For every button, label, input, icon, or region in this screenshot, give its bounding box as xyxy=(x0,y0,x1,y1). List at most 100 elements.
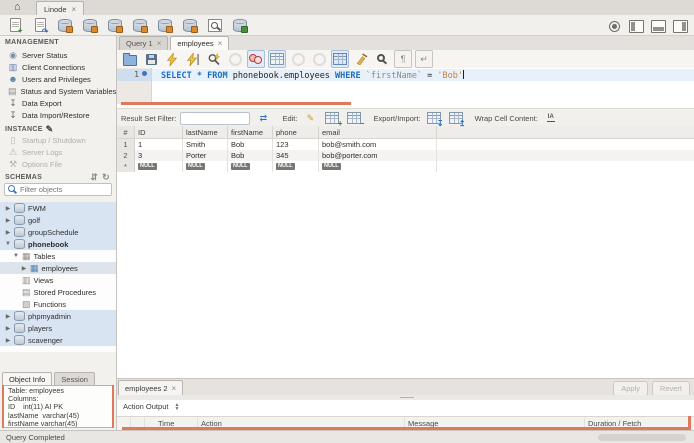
grid-cell[interactable]: NULL xyxy=(183,161,228,172)
grid-cell[interactable]: Porter xyxy=(183,150,228,161)
toggle-left-panel-button[interactable] xyxy=(627,17,645,35)
panel-splitter[interactable] xyxy=(117,395,694,400)
expander-icon[interactable]: ▶ xyxy=(21,265,27,272)
search-table-data-button[interactable] xyxy=(206,16,224,34)
close-icon[interactable]: × xyxy=(157,39,162,48)
tree-item-tables[interactable]: ▼ ▦ Tables xyxy=(0,250,116,262)
wrap-lines-button[interactable]: ↵ xyxy=(415,50,433,68)
sidebar-item-status-and-system-variables[interactable]: ▤ Status and System Variables xyxy=(0,85,116,97)
grid-cell[interactable]: Bob xyxy=(228,150,273,161)
expander-icon[interactable]: ▼ xyxy=(13,253,19,259)
grid-cell[interactable]: NULL xyxy=(228,161,273,172)
resultset-tab[interactable]: employees 2 × xyxy=(118,380,184,396)
tab-session[interactable]: Session xyxy=(54,372,95,385)
wrap-cell-button[interactable]: IA xyxy=(542,109,560,127)
add-record-button[interactable]: + xyxy=(323,109,342,128)
tree-item-players[interactable]: ▶ players xyxy=(0,322,116,334)
grid-cell[interactable]: 2 xyxy=(117,150,135,161)
tree-item-fwm[interactable]: ▶ FWM xyxy=(0,202,116,214)
invisible-chars-button[interactable]: ¶ xyxy=(394,50,412,68)
toggle-right-panel-button[interactable] xyxy=(671,17,689,35)
action-output-selector[interactable]: Action Output ▲ ▼ xyxy=(123,402,179,411)
delete-record-button[interactable]: − xyxy=(345,109,364,128)
expander-icon[interactable]: ▶ xyxy=(5,313,11,320)
stop-button[interactable] xyxy=(226,50,244,68)
tree-item-groupschedule[interactable]: ▶ groupSchedule xyxy=(0,226,116,238)
find-button[interactable] xyxy=(373,50,391,68)
sql-editor[interactable]: 1 SELECT * FROM phonebook.employees WHER… xyxy=(117,68,694,104)
create-view-button[interactable] xyxy=(106,16,124,34)
import-records-button[interactable]: ↥ xyxy=(447,109,466,128)
column-header-email[interactable]: email xyxy=(319,126,437,138)
tree-item-phpmyadmin[interactable]: ▶ phpmyadmin xyxy=(0,310,116,322)
table-row[interactable]: 1 1 Smith Bob 123 bob@smith.com xyxy=(117,139,694,150)
create-procedure-button[interactable] xyxy=(131,16,149,34)
grid-cell[interactable]: Bob xyxy=(228,139,273,150)
tab-object-info[interactable]: Object Info xyxy=(2,372,53,385)
execute-current-button[interactable] xyxy=(184,50,202,68)
sidebar-item-users-and-privileges[interactable]: ☻ Users and Privileges xyxy=(0,73,116,85)
connection-tab[interactable]: Linode × xyxy=(36,1,85,16)
column-header-firstname[interactable]: firstName xyxy=(228,126,273,138)
expander-icon[interactable]: ▼ xyxy=(5,241,11,247)
query-tab-query-1[interactable]: Query 1 × xyxy=(119,36,169,50)
refresh-schemas-button[interactable]: ↻ xyxy=(102,172,110,182)
close-icon[interactable]: × xyxy=(72,5,77,14)
toggle-stop-on-error-button[interactable] xyxy=(247,50,265,68)
grid-cell[interactable]: 345 xyxy=(273,150,319,161)
open-file-button[interactable] xyxy=(121,50,139,68)
reconnect-dbms-button[interactable] xyxy=(231,16,249,34)
collapse-all-button[interactable]: ⇵ xyxy=(90,172,98,182)
tree-item-views[interactable]: ▥ Views xyxy=(0,274,116,286)
column-header-[interactable]: # xyxy=(117,126,135,138)
expander-icon[interactable]: ▶ xyxy=(5,229,11,236)
placeholder-row[interactable]: * NULL NULL NULL NULL NULL xyxy=(117,161,694,172)
expander-icon[interactable]: ▶ xyxy=(5,325,11,332)
revert-button[interactable]: Revert xyxy=(651,381,690,396)
grid-cell[interactable]: * xyxy=(117,161,135,172)
close-icon[interactable]: × xyxy=(172,384,177,393)
tree-item-employees[interactable]: ▶ ▦ employees xyxy=(0,262,116,274)
beautify-button[interactable] xyxy=(352,50,370,68)
create-schema-button[interactable] xyxy=(56,16,74,34)
grid-cell[interactable]: 123 xyxy=(273,139,319,150)
sidebar-item-server-status[interactable]: ◉ Server Status xyxy=(0,49,116,61)
grid-cell[interactable]: 3 xyxy=(135,150,183,161)
execute-button[interactable] xyxy=(163,50,181,68)
grid-cell[interactable]: 1 xyxy=(135,139,183,150)
export-recordset-button[interactable]: ↧ xyxy=(425,109,444,128)
tree-item-golf[interactable]: ▶ golf xyxy=(0,214,116,226)
grid-cell[interactable]: NULL xyxy=(135,161,183,172)
limit-rows-button[interactable] xyxy=(268,50,286,68)
toggle-bottom-panel-button[interactable] xyxy=(649,17,667,35)
grid-cell[interactable]: bob@smith.com xyxy=(319,139,437,150)
save-script-button[interactable] xyxy=(142,50,160,68)
create-user-button[interactable] xyxy=(181,16,199,34)
result-set-filter-input[interactable] xyxy=(180,111,251,125)
toggle-autocommit-button[interactable] xyxy=(331,50,349,68)
grid-cell[interactable]: NULL xyxy=(273,161,319,172)
new-query-tab-button[interactable] xyxy=(6,16,24,35)
apply-button[interactable]: Apply xyxy=(613,381,648,396)
grid-cell[interactable]: Smith xyxy=(183,139,228,150)
query-tab-employees[interactable]: employees × xyxy=(170,36,230,50)
tree-item-phonebook[interactable]: ▼ phonebook xyxy=(0,238,116,250)
sidebar-item-data-import-restore[interactable]: ↧ Data Import/Restore xyxy=(0,109,116,121)
close-icon[interactable]: × xyxy=(218,39,223,48)
commit-button[interactable] xyxy=(289,50,307,68)
horizontal-scrollbar[interactable] xyxy=(598,434,686,441)
column-header-id[interactable]: ID xyxy=(135,126,183,138)
sidebar-item-client-connections[interactable]: ▥ Client Connections xyxy=(0,61,116,73)
tree-item-scavenger[interactable]: ▶ scavenger xyxy=(0,334,116,346)
column-header-phone[interactable]: phone xyxy=(273,126,319,138)
open-sql-script-button[interactable] xyxy=(31,16,49,36)
grid-cell[interactable]: NULL xyxy=(319,161,437,172)
create-function-button[interactable] xyxy=(156,16,174,34)
grid-cell[interactable]: 1 xyxy=(117,139,135,150)
explain-button[interactable] xyxy=(205,50,223,68)
expander-icon[interactable]: ▶ xyxy=(5,217,11,224)
column-header-lastname[interactable]: lastName xyxy=(183,126,228,138)
expander-icon[interactable]: ▶ xyxy=(5,205,11,212)
schema-filter-input[interactable] xyxy=(18,184,102,195)
expander-icon[interactable]: ▶ xyxy=(5,337,11,344)
